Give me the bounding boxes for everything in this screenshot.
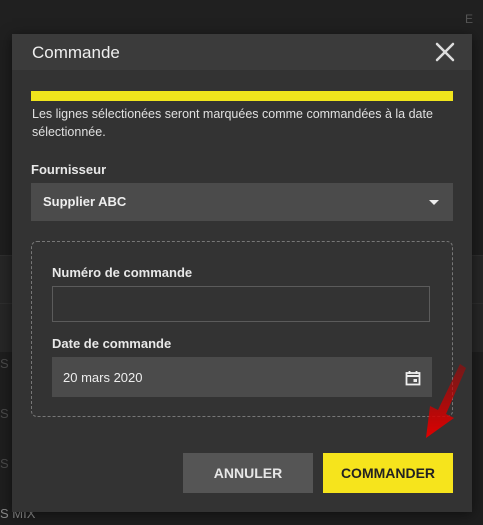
- background-topbar-text: E: [465, 12, 474, 26]
- chevron-down-icon: [429, 200, 439, 205]
- dialog-title: Commande: [32, 43, 120, 62]
- supplier-select-value: Supplier ABC: [43, 194, 127, 209]
- order-date-input[interactable]: 20 mars 2020: [52, 357, 432, 397]
- background-row-letter: S: [0, 456, 9, 471]
- supplier-label: Fournisseur: [31, 162, 107, 177]
- background-row-letter: S: [0, 406, 9, 421]
- order-number-label: Numéro de commande: [52, 265, 193, 280]
- order-date-value: 20 mars 2020: [63, 370, 143, 385]
- close-button[interactable]: [434, 41, 456, 63]
- order-date-label: Date de commande: [52, 336, 172, 351]
- cancel-button[interactable]: ANNULER: [183, 453, 313, 493]
- order-number-input[interactable]: [52, 286, 430, 322]
- calendar-icon[interactable]: [405, 370, 421, 386]
- order-button[interactable]: COMMANDER: [323, 453, 453, 493]
- red-arrow-icon: [426, 364, 466, 438]
- info-text: Les lignes sélectionées seront marquées …: [32, 107, 433, 139]
- order-dialog: Commande Les lignes sélectionées seront …: [12, 34, 472, 512]
- background-row-letter: S: [0, 356, 9, 371]
- close-icon: [435, 42, 455, 62]
- supplier-select[interactable]: Supplier ABC: [31, 183, 453, 221]
- dialog-header: Commande: [12, 34, 472, 70]
- alert-bar: [31, 91, 453, 101]
